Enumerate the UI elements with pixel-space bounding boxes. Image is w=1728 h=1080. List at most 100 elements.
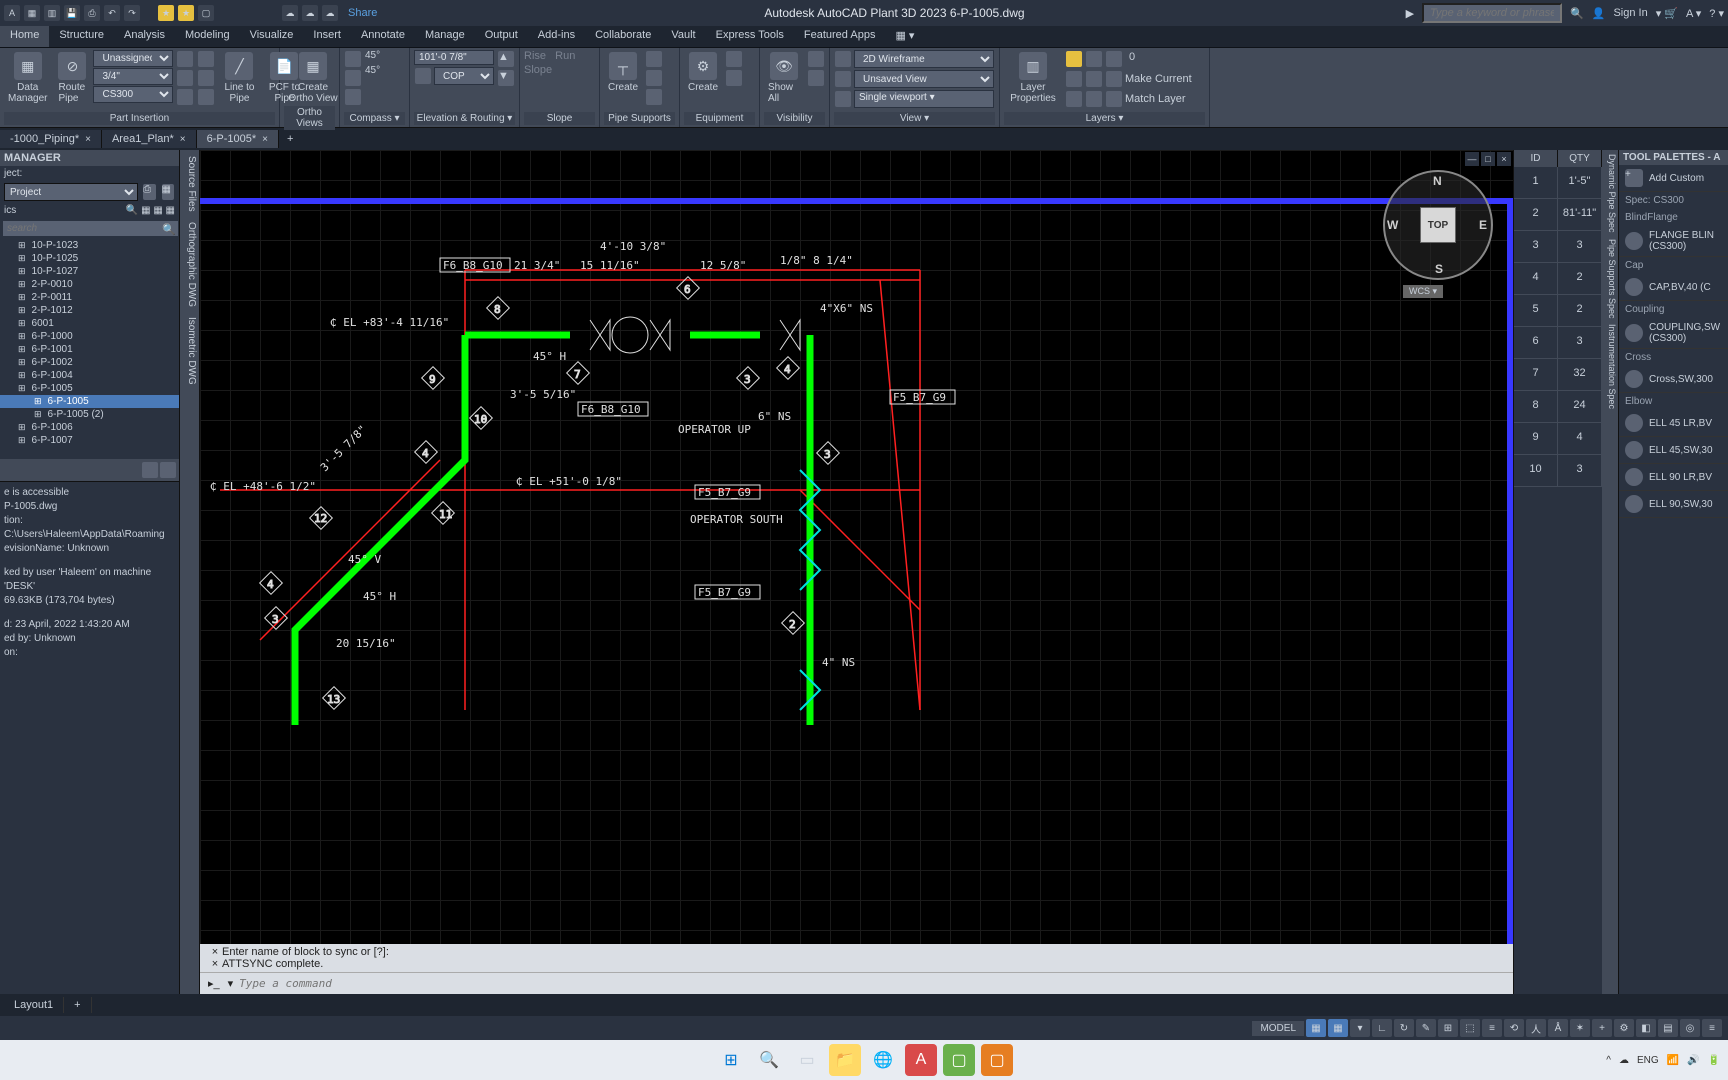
- add-custom-button[interactable]: +Add Custom: [1619, 165, 1728, 192]
- lay-c1[interactable]: [1066, 91, 1082, 107]
- tree-item[interactable]: 10-P-1027: [0, 265, 179, 278]
- status-s16[interactable]: ◧: [1636, 1019, 1656, 1037]
- create-ortho-button[interactable]: ▦Create Ortho View: [284, 50, 342, 106]
- share-button[interactable]: Share: [342, 7, 383, 19]
- status-s17[interactable]: ▤: [1658, 1019, 1678, 1037]
- palette-item[interactable]: CAP,BV,40 (C: [1619, 274, 1728, 301]
- status-grid[interactable]: ▦: [1306, 1019, 1326, 1037]
- apps-icon[interactable]: A ▾: [1686, 7, 1701, 20]
- panel-compass[interactable]: Compass ▾: [344, 112, 405, 125]
- tray-volume-icon[interactable]: 🔊: [1687, 1055, 1699, 1066]
- status-s14[interactable]: +: [1592, 1019, 1612, 1037]
- pi-tool5[interactable]: [198, 70, 214, 86]
- cart-icon[interactable]: ▾ 🛒: [1656, 7, 1678, 20]
- info-btn1[interactable]: [142, 462, 158, 478]
- tree-item[interactable]: 6-P-1002: [0, 356, 179, 369]
- sup2[interactable]: [646, 70, 662, 86]
- status-s8[interactable]: ⬚: [1460, 1019, 1480, 1037]
- wcs-select[interactable]: WCS ▾: [1403, 285, 1443, 298]
- qat-cloud2[interactable]: ☁: [302, 5, 318, 21]
- compass-t3[interactable]: [345, 89, 361, 105]
- taskbar-autocad[interactable]: A: [905, 1044, 937, 1076]
- viewcube[interactable]: N S E W TOP WCS ▾: [1383, 170, 1493, 280]
- status-s3[interactable]: ▾: [1350, 1019, 1370, 1037]
- palette-item[interactable]: ELL 90,SW,30: [1619, 491, 1728, 518]
- ribbon-tab-visualize[interactable]: Visualize: [240, 26, 304, 47]
- status-s4[interactable]: ∟: [1372, 1019, 1392, 1037]
- qat-undo[interactable]: ↶: [104, 5, 120, 21]
- table-row[interactable]: 94: [1514, 423, 1602, 455]
- layer-props-button[interactable]: ▥Layer Properties: [1004, 50, 1062, 106]
- signin-button[interactable]: Sign In: [1613, 7, 1647, 19]
- search-icon[interactable]: 🔍: [162, 221, 176, 236]
- ribbon-tab-annotate[interactable]: Annotate: [351, 26, 415, 47]
- qat-layer[interactable]: ▢: [198, 5, 214, 21]
- tree-item[interactable]: 10-P-1025: [0, 252, 179, 265]
- tray-battery-icon[interactable]: 🔋: [1708, 1055, 1720, 1066]
- pi-tool1[interactable]: [177, 51, 193, 67]
- tree-item[interactable]: 6-P-1005 (2): [0, 408, 179, 421]
- vs-icon[interactable]: [835, 51, 851, 67]
- palette-item[interactable]: ELL 45,SW,30: [1619, 437, 1728, 464]
- close-icon[interactable]: ×: [180, 134, 186, 145]
- drawing-canvas[interactable]: — □ ×: [200, 150, 1513, 944]
- tree-item[interactable]: 6-P-1001: [0, 343, 179, 356]
- status-s13[interactable]: ✶: [1570, 1019, 1590, 1037]
- create-support-button[interactable]: ┬Create: [604, 50, 642, 95]
- panel-elev[interactable]: Elevation & Routing ▾: [414, 112, 515, 125]
- palette-item[interactable]: Cross,SW,300: [1619, 366, 1728, 393]
- route-pipe-button[interactable]: ⊘Route Pipe: [54, 50, 90, 106]
- sidebar-source-files[interactable]: Source Files: [182, 156, 197, 212]
- tree-item[interactable]: 2-P-1012: [0, 304, 179, 317]
- assign-select[interactable]: Unassigned: [93, 50, 173, 67]
- sup1[interactable]: [646, 51, 662, 67]
- spec-select[interactable]: CS300: [93, 86, 173, 103]
- table-row[interactable]: 11'-5": [1514, 167, 1602, 199]
- model-space-button[interactable]: MODEL: [1252, 1021, 1304, 1036]
- tray-wifi-icon[interactable]: 📶: [1667, 1055, 1679, 1066]
- palette-item[interactable]: COUPLING,SW (CS300): [1619, 318, 1728, 349]
- ribbon-tab-collaborate[interactable]: Collaborate: [585, 26, 661, 47]
- make-current-button[interactable]: Make Current: [1125, 73, 1192, 85]
- data-manager-button[interactable]: ▦Data Manager: [4, 50, 51, 106]
- create-equipment-button[interactable]: ⚙Create: [684, 50, 722, 95]
- status-snap[interactable]: ▦: [1328, 1019, 1348, 1037]
- doc-tab-0[interactable]: -1000_Piping*×: [0, 130, 102, 148]
- project-btn2[interactable]: ▦: [162, 184, 174, 200]
- tree-item[interactable]: 2-P-0010: [0, 278, 179, 291]
- lay-c3[interactable]: [1106, 91, 1122, 107]
- tree-item[interactable]: 6-P-1007: [0, 434, 179, 447]
- qat-cloud3[interactable]: ☁: [322, 5, 338, 21]
- project-btn1[interactable]: ⎙: [143, 184, 155, 200]
- ribbon-tab-output[interactable]: Output: [475, 26, 528, 47]
- palette-item[interactable]: ELL 45 LR,BV: [1619, 410, 1728, 437]
- start-button[interactable]: ⊞: [715, 1044, 747, 1076]
- show-all-button[interactable]: 👁Show All: [764, 50, 804, 106]
- table-row[interactable]: 103: [1514, 455, 1602, 487]
- sv-icon[interactable]: [835, 71, 851, 87]
- status-s11[interactable]: 人: [1526, 1019, 1546, 1037]
- layout-tab-0[interactable]: Layout1: [4, 997, 64, 1013]
- tree-search-input[interactable]: [3, 221, 178, 236]
- palette-item[interactable]: ELL 90 LR,BV: [1619, 464, 1728, 491]
- vtab-dynamic-spec[interactable]: Dynamic Pipe Spec: [1603, 154, 1617, 233]
- taskbar-search[interactable]: 🔍: [753, 1044, 785, 1076]
- pi-tool6[interactable]: [198, 89, 214, 105]
- lay-c2[interactable]: [1086, 91, 1102, 107]
- eq1[interactable]: [726, 51, 742, 67]
- ribbon-tab-express[interactable]: Express Tools: [706, 26, 794, 47]
- match-layer-button[interactable]: Match Layer: [1125, 93, 1186, 105]
- tree-item[interactable]: 6-P-1006: [0, 421, 179, 434]
- sup3[interactable]: [646, 89, 662, 105]
- close-icon[interactable]: ×: [262, 134, 268, 145]
- info-btn2[interactable]: [160, 462, 176, 478]
- lay-b3[interactable]: [1106, 71, 1122, 87]
- ribbon-tab-home[interactable]: Home: [0, 26, 49, 47]
- taskbar-explorer[interactable]: 📁: [829, 1044, 861, 1076]
- status-s9[interactable]: ≡: [1482, 1019, 1502, 1037]
- qat-print[interactable]: ⎙: [84, 5, 100, 21]
- tree-item[interactable]: 6-P-1000: [0, 330, 179, 343]
- search-go-icon[interactable]: 🔍: [1570, 7, 1584, 20]
- status-s12[interactable]: Å: [1548, 1019, 1568, 1037]
- ribbon-tab-structure[interactable]: Structure: [49, 26, 114, 47]
